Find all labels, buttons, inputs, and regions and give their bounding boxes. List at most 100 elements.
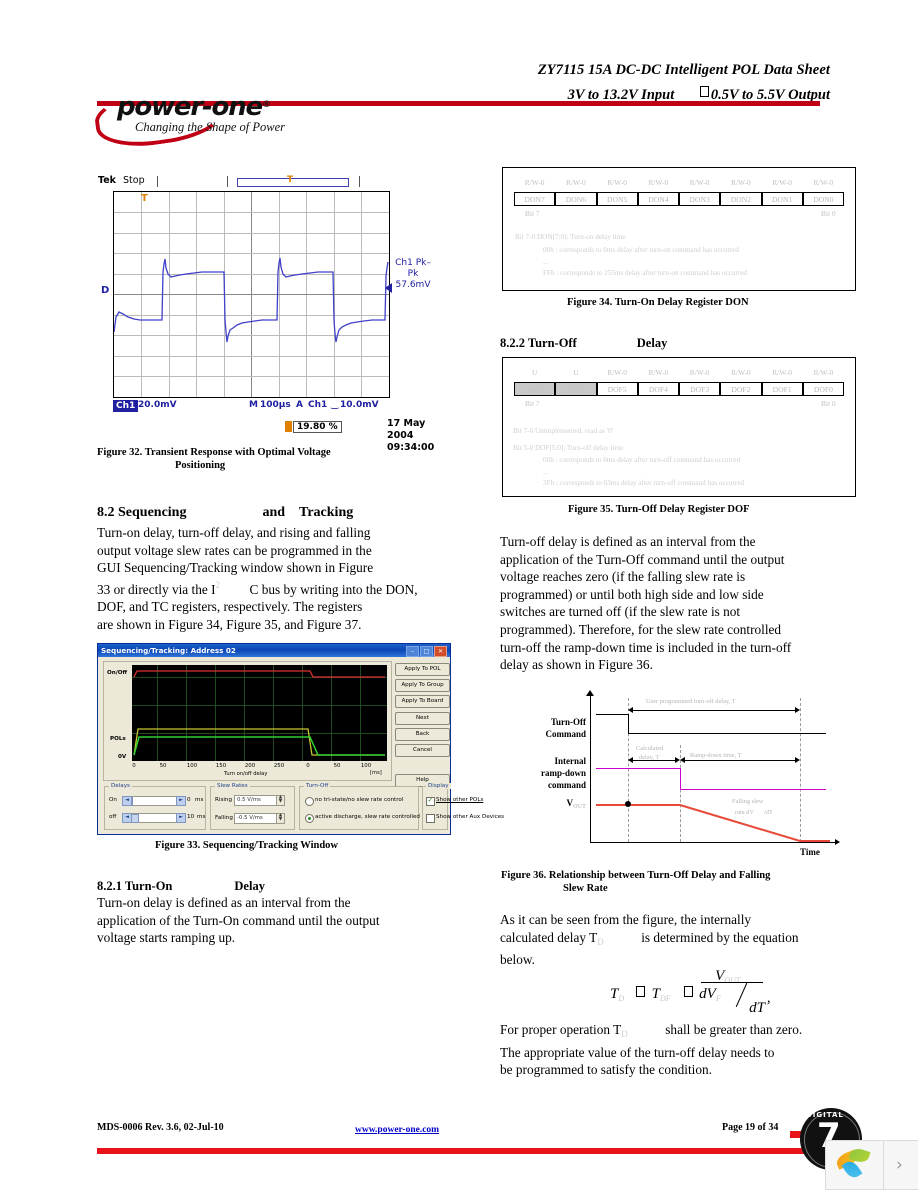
dof-rw-labels: U U R/W-0 R/W-0 R/W-0 R/W-0 R/W-0 R/W-0 (531, 368, 834, 377)
plot-x-units: [ms] (370, 770, 382, 776)
scope-timebase-label: M (249, 400, 258, 410)
window-close-button[interactable]: ✕ (434, 646, 447, 657)
display-group (422, 786, 448, 830)
don-bit-6: DON6 (555, 192, 597, 206)
slew-rising-label: Rising (215, 797, 233, 803)
user-delay-label: User programmed turn-off delay, T (646, 698, 736, 705)
back-button[interactable]: Back (395, 728, 450, 741)
registered-icon: ® (261, 100, 271, 110)
slew-falling-spinner[interactable]: ▲ ▼ (276, 813, 285, 824)
logo-tagline: Changing the Shape of Power (135, 120, 285, 134)
turnoff-option-2-label: active discharge, slew rate controlled (315, 814, 420, 820)
body-8-2: Turn-on delay, turn-off delay, and risin… (97, 525, 418, 632)
scope-trigger-marker: T (287, 175, 294, 185)
missing-glyph-box (699, 86, 709, 97)
dof-note-1: Bit 5-0 DOF[5:0]: Turn-off delay time (513, 444, 624, 452)
don-register-figure: R/W-0 R/W-0 R/W-0 R/W-0 R/W-0 R/W-0 R/W-… (502, 167, 856, 291)
dof-bit-1: DOF1 (761, 382, 803, 396)
body-8-2-1: Turn-on delay is defined as an interval … (97, 895, 380, 946)
plot-xtick-r0: 0 (306, 763, 310, 769)
slew-falling-input[interactable]: -0.5 V/ms (234, 813, 278, 824)
header-title: ZY7115 15A DC-DC Intelligent POL Data Sh… (537, 62, 830, 78)
delay-on-value: 0 (187, 797, 191, 803)
delay-on-decrement[interactable]: ◄ (122, 796, 132, 806)
vout-falling-trace (625, 801, 830, 842)
don-bit-1: DON1 (761, 192, 803, 206)
don-rw-labels: R/W-0 R/W-0 R/W-0 R/W-0 R/W-0 R/W-0 R/W-… (524, 178, 834, 187)
delay-on-label: On (109, 797, 117, 803)
eq-T-D: TD (610, 986, 625, 1003)
figure-36-caption: Figure 36. Relationship between Turn-Off… (501, 870, 771, 894)
scope-brand: Tek (98, 175, 116, 186)
window-maximize-button[interactable]: □ (420, 646, 433, 657)
show-other-pols-checkbox[interactable] (426, 797, 435, 806)
don-bit-0: DON0 (802, 192, 844, 206)
figure-33-caption: Figure 33. Sequencing/Tracking Window (155, 840, 339, 851)
slew-rising-input[interactable]: 0.5 V/ms (234, 795, 278, 806)
don-bit-7: DON7 (514, 192, 556, 206)
plot-xtick-250: 250 (273, 763, 285, 769)
window-title: Sequencing/Tracking: Address 02 (101, 645, 236, 655)
scope-trigger-t-icon: T (141, 193, 148, 204)
don-note-0: Bit 7-0 DON[7:0]: Turn-on delay time (515, 233, 626, 241)
scope-trigger-source-label: A (296, 400, 303, 410)
apply-to-pol-button[interactable]: Apply To POL (395, 663, 450, 676)
delay-off-increment[interactable]: ► (176, 813, 186, 823)
delay-on-increment[interactable]: ► (176, 796, 186, 806)
apply-to-group-button[interactable]: Apply To Group (395, 679, 450, 692)
delay-off-unit: ms (197, 814, 206, 820)
delays-group-label: Delays (109, 783, 132, 789)
turn-off-group (299, 786, 419, 830)
apply-to-board-button[interactable]: Apply To Board (395, 695, 450, 708)
delay-on-unit: ms (195, 797, 204, 803)
delay-off-decrement[interactable]: ◄ (122, 813, 132, 823)
viewer-overlay-widget[interactable]: › (825, 1140, 918, 1190)
plot-ylabel-onoff: On/Off (107, 670, 128, 676)
measurement-value: 57.6mV (395, 280, 431, 290)
turnoff-option-2-radio[interactable] (305, 814, 314, 823)
window-title-bar: Sequencing/Tracking: Address 02 – □ ✕ (98, 644, 450, 657)
next-button[interactable]: Next (395, 712, 450, 725)
don-bit-4: DON4 (637, 192, 679, 206)
figure-36-diagram: Turn-Off Command Internal ramp-down command… (500, 690, 845, 865)
delay-off-label: off (109, 814, 117, 820)
footer-website-link[interactable]: www.power-one.com (355, 1125, 439, 1135)
dof-bit-cells: — — DOF5 DOF4 DOF3 DOF2 DOF1 DOF0 (514, 382, 844, 396)
display-group-label: Display (426, 783, 451, 789)
timing-plot-panel: On/Off POLs 0V 0 50 100 150 200 250 0 50… (103, 661, 392, 781)
oscilloscope-screenshot: Tek Stop T T D Ch1 Pk–Pk 57.6mV Ch1 20.0… (97, 174, 437, 453)
eq-minus-glyph (684, 986, 694, 997)
dof-bit-hi-label: Bit 7 (525, 399, 540, 408)
timing-plot (132, 665, 387, 761)
scope-position-icon (285, 421, 292, 432)
footer-document-id: MDS-0006 Rev. 3.6, 02-Jul-10 (97, 1122, 224, 1133)
datasheet-page: ZY7115 15A DC-DC Intelligent POL Data Sh… (0, 0, 918, 1190)
overlay-divider (883, 1141, 884, 1189)
eq-fraction: VOUT dVF dT (699, 968, 765, 1016)
show-other-aux-checkbox[interactable] (426, 814, 435, 823)
cancel-button[interactable]: Cancel (395, 744, 450, 757)
scope-graticule (113, 191, 390, 398)
figure-34-caption: Figure 34. Turn-On Delay Register DON (567, 297, 749, 308)
figure-32-caption: Figure 32. Transient Response with Optim… (97, 447, 331, 471)
slew-rates-group-label: Slew Rates (215, 783, 250, 789)
scope-trigger-source: Ch1 (308, 400, 328, 410)
window-minimize-button[interactable]: – (406, 646, 419, 657)
time-axis-label: Time (800, 847, 820, 857)
dof-note-3: ... (543, 468, 549, 476)
dof-bit-2: DOF2 (720, 382, 762, 396)
dof-note-0: Bit 7-6 Unimplemented, read as '0' (513, 427, 613, 435)
delay-equation: TD TDF VOUT dVF dT , (610, 968, 795, 1016)
don-note-1: 00h : corresponds to 0ms delay after tur… (543, 246, 739, 254)
falling-slew-label-1: Falling slew (732, 798, 764, 805)
turnoff-option-1-radio[interactable] (305, 797, 314, 806)
scope-measurement: Ch1 Pk–Pk 57.6mV (390, 258, 436, 291)
dof-note-2: 00h : corresponds to 0ms delay after tur… (543, 456, 741, 464)
scope-ground-marker: D (101, 285, 110, 296)
chevron-right-icon[interactable]: › (896, 1155, 903, 1175)
slew-rising-spinner[interactable]: ▲ ▼ (276, 795, 285, 806)
heading-8-2-1: 8.2.1 Turn-On Delay (97, 879, 265, 893)
sequencing-tracking-window[interactable]: Sequencing/Tracking: Address 02 – □ ✕ On… (97, 643, 504, 835)
plot-xtick-150: 150 (215, 763, 227, 769)
scope-timebase: 100µs (260, 400, 291, 410)
